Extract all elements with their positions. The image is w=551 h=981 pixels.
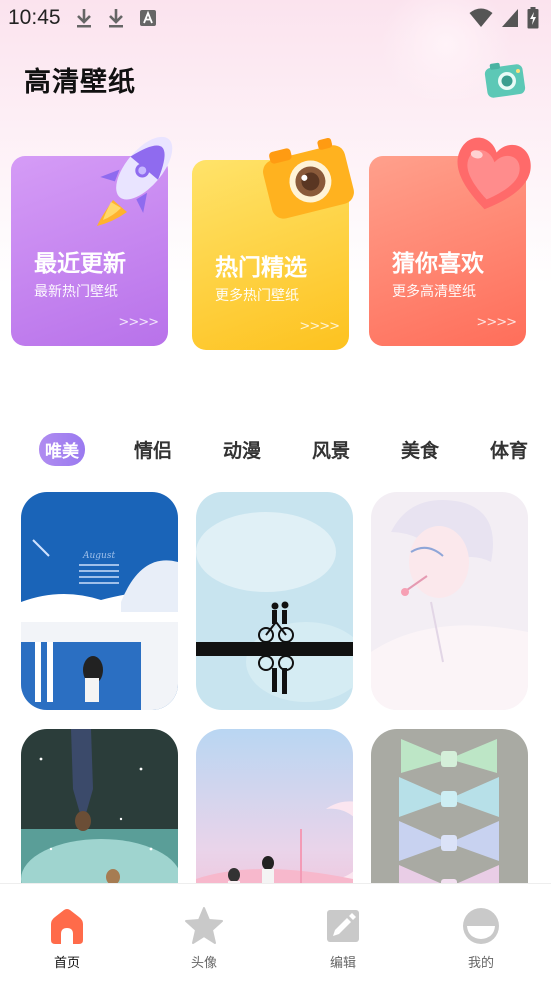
camera-icon (263, 137, 354, 219)
camera-button[interactable] (484, 58, 528, 100)
card-title: 猜你喜欢 (392, 251, 484, 277)
tab-food[interactable]: 美食 (401, 436, 439, 463)
nav-profile[interactable]: 我的 (441, 906, 521, 971)
status-bar: 10:45 (0, 0, 551, 36)
nav-label: 编辑 (329, 956, 356, 971)
app-a-icon (139, 10, 156, 26)
card-subtitle: 更多高清壁纸 (392, 284, 476, 300)
wallpaper-thumbnail[interactable] (196, 492, 353, 710)
tab-anime[interactable]: 动漫 (223, 436, 261, 463)
notification-icons (75, 8, 157, 28)
bottom-navigation: 首页 头像 编辑 我的 (0, 883, 551, 981)
card-subtitle: 最新热门壁纸 (34, 284, 118, 300)
wallpaper-couple-bicycle-silhouette (196, 492, 353, 710)
download-icon (76, 9, 91, 28)
category-tabs: 唯美 情侣 动漫 风景 美食 体育 (0, 432, 551, 466)
wallpaper-thumbnail[interactable] (371, 492, 528, 710)
status-time: 10:45 (8, 6, 61, 29)
nav-avatar[interactable]: 头像 (164, 906, 244, 971)
card-title: 最近更新 (34, 251, 126, 277)
tab-sports[interactable]: 体育 (490, 436, 528, 463)
home-icon (51, 909, 83, 944)
tab-couple[interactable]: 情侣 (134, 436, 172, 463)
wallpaper-anime-boy-lollipop (371, 492, 528, 710)
heart-icon (457, 137, 531, 210)
star-icon (185, 907, 223, 944)
nav-label: 我的 (467, 956, 494, 971)
card-title: 热门精选 (215, 255, 307, 281)
download-icon (108, 9, 123, 28)
wifi-icon (469, 8, 493, 27)
nav-label: 头像 (190, 956, 217, 971)
chevrons-right-icon: >>>> (299, 319, 340, 334)
rocket-icon (97, 136, 173, 226)
camera-icon (484, 62, 526, 98)
edit-icon (327, 910, 359, 942)
feature-card-popular[interactable]: 热门精选 更多热门壁纸 >>>> (192, 137, 354, 350)
feature-card-recommend[interactable]: 猜你喜欢 更多高清壁纸 >>>> (369, 137, 531, 346)
battery-charging-icon (527, 7, 539, 29)
nav-label: 首页 (53, 956, 80, 971)
chevrons-right-icon: >>>> (118, 315, 159, 330)
nav-edit[interactable]: 编辑 (303, 906, 383, 971)
app-title: 高清壁纸 (24, 67, 136, 98)
feature-card-recent[interactable]: 最近更新 最新热门壁纸 >>>> (11, 136, 173, 346)
nav-home[interactable]: 首页 (27, 906, 107, 971)
profile-icon (463, 908, 499, 944)
tab-weimei[interactable]: 唯美 (39, 432, 85, 466)
signal-icon (502, 9, 518, 27)
tab-scenery[interactable]: 风景 (312, 436, 350, 463)
svg-text:August: August (82, 551, 115, 561)
chevrons-right-icon: >>>> (476, 315, 517, 330)
system-icons (469, 7, 539, 29)
wallpaper-thumbnail[interactable]: August (21, 492, 178, 710)
wallpaper-blue-calendar-girl: August (21, 492, 178, 710)
card-subtitle: 更多热门壁纸 (215, 288, 299, 304)
